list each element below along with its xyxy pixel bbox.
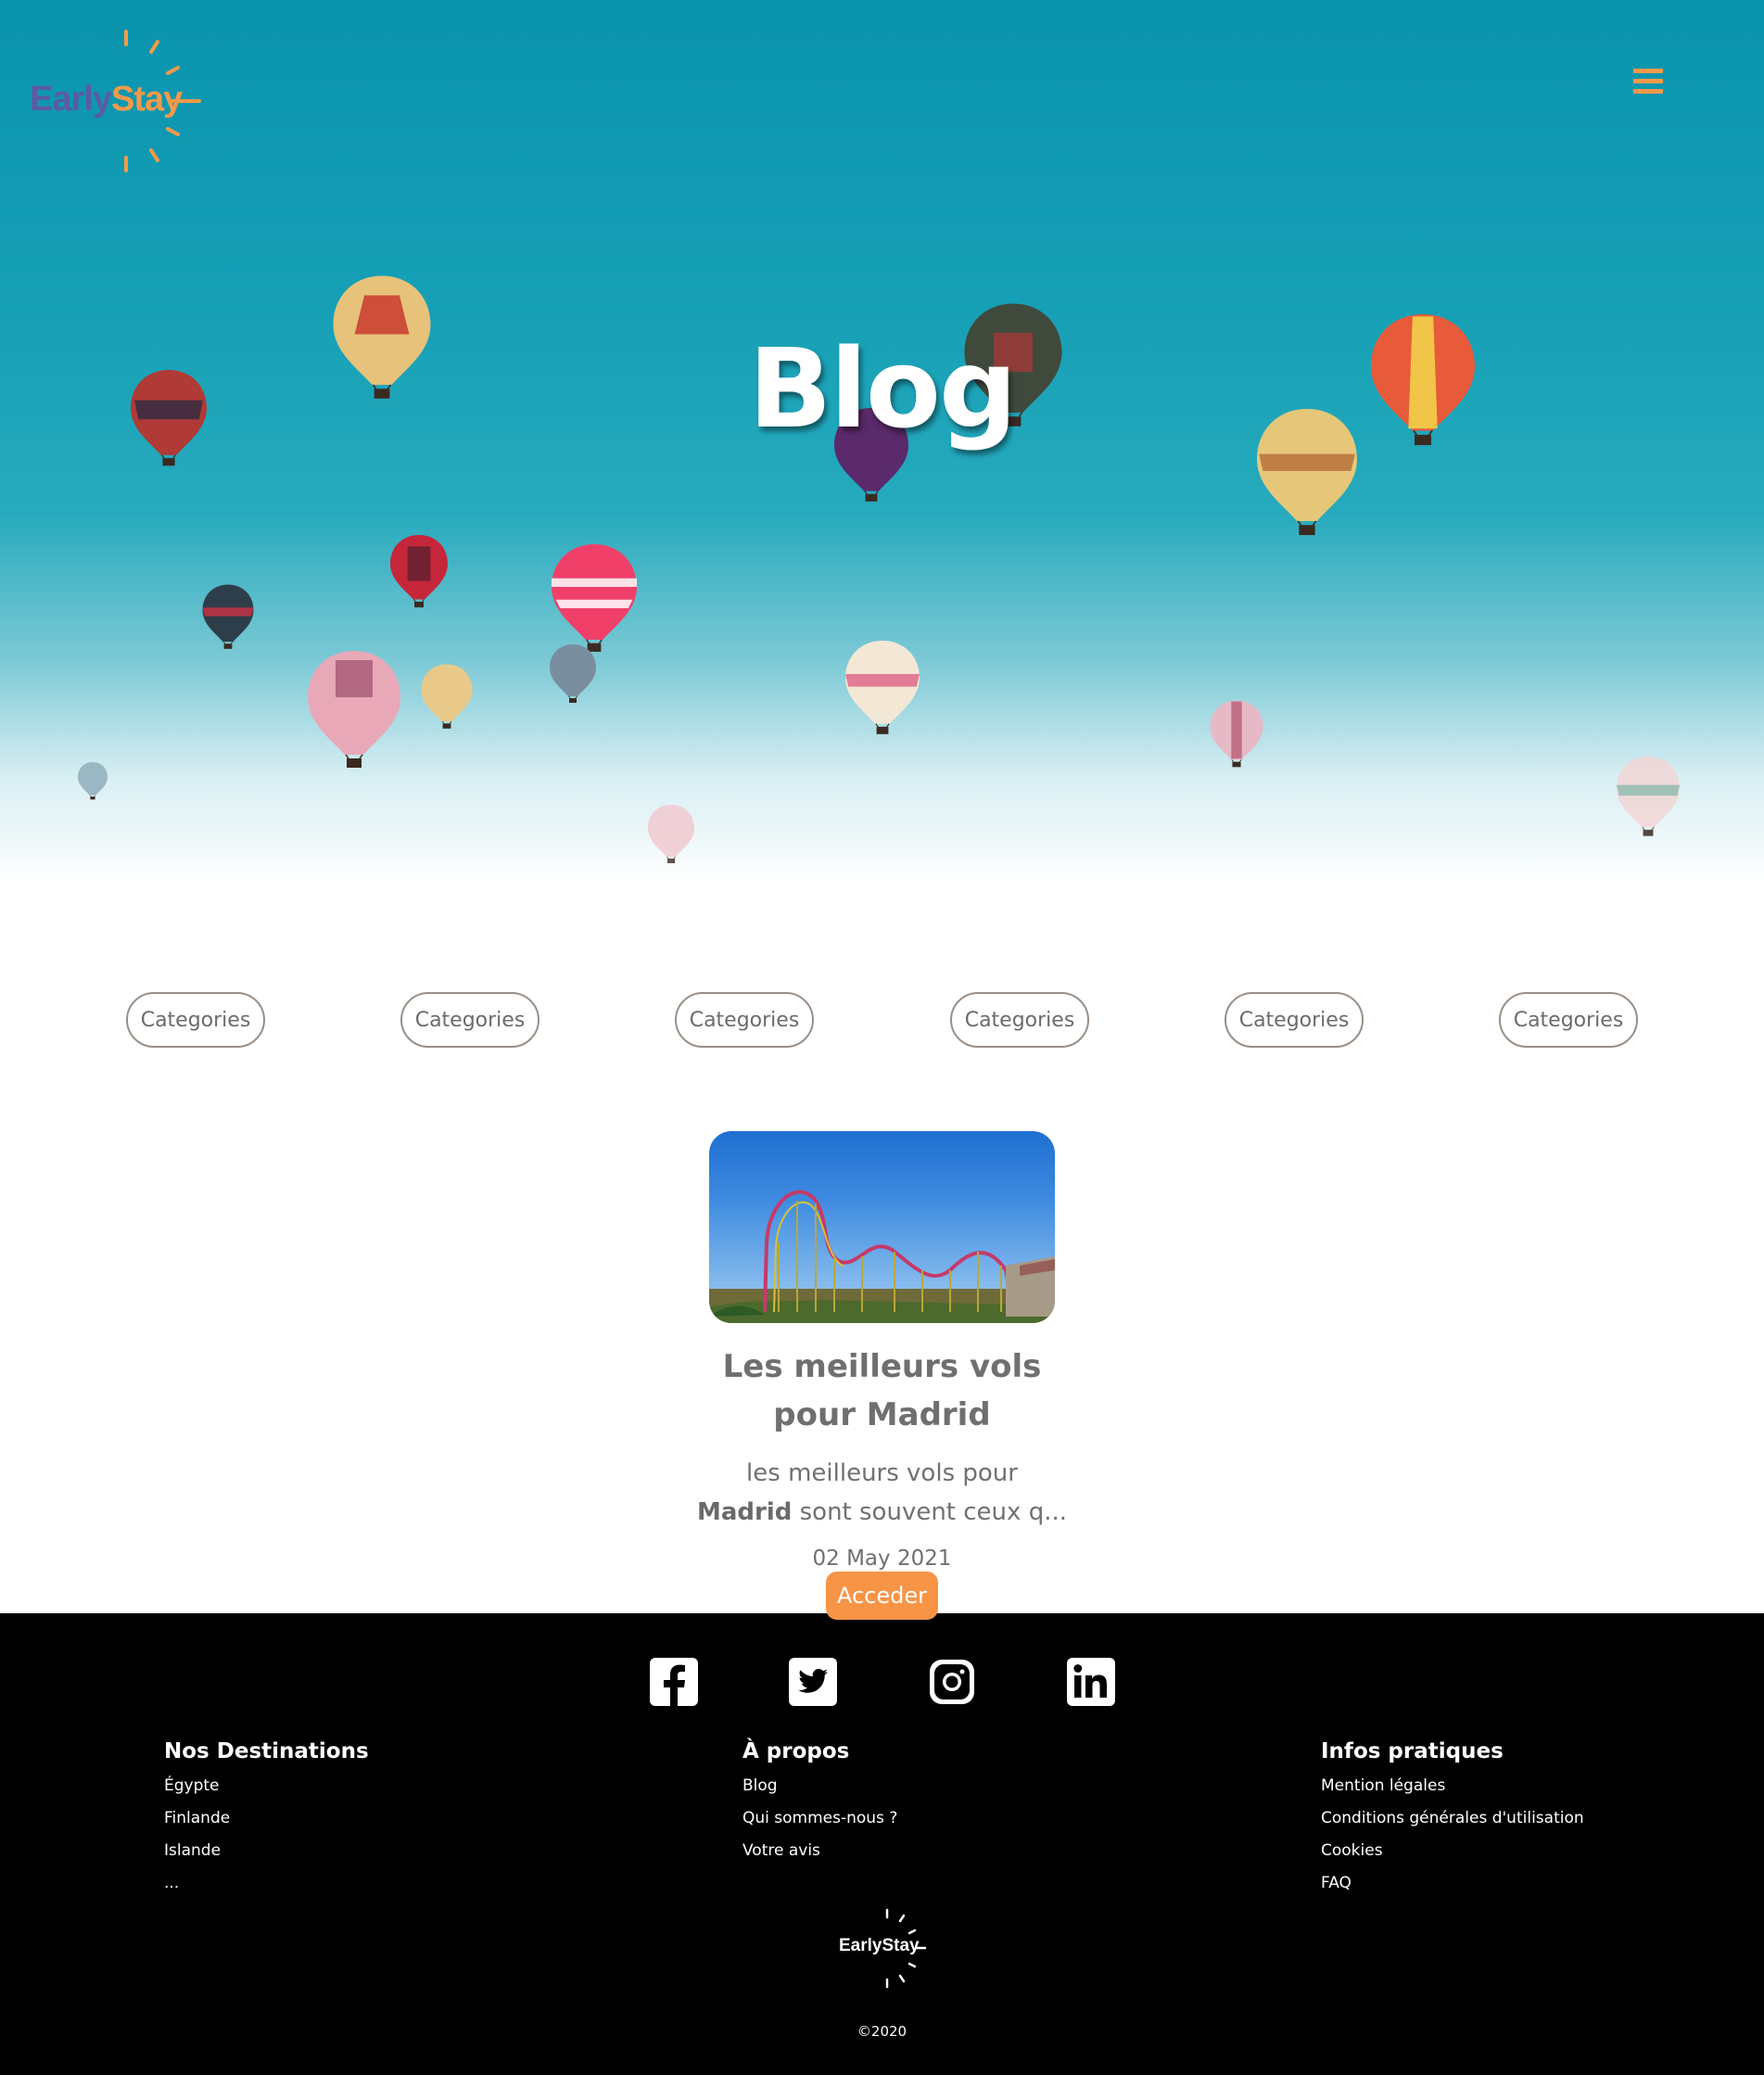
category-pill[interactable]: Categories: [950, 992, 1089, 1048]
brand-wordmark: EarlyStay: [30, 80, 183, 120]
excerpt-highlight: Madrid: [696, 1498, 793, 1526]
footer-link[interactable]: Finlande: [164, 1809, 369, 1841]
category-pill[interactable]: Categories: [1499, 992, 1638, 1048]
page-title: Blog: [748, 325, 1018, 452]
footer-column-apropos: À propos Blog Qui sommes-nous ? Votre av…: [742, 1739, 897, 1874]
footer: Nos Destinations Égypte Finlande Islande…: [0, 1613, 1764, 2075]
footer-link[interactable]: Conditions générales d'utilisation: [1321, 1809, 1584, 1841]
linkedin-icon[interactable]: [1067, 1658, 1115, 1706]
brand-logo[interactable]: EarlyStay: [28, 26, 213, 184]
footer-logo[interactable]: EarlyStay: [834, 1908, 936, 1992]
category-pill[interactable]: Categories: [1225, 992, 1364, 1048]
category-pill[interactable]: Categories: [400, 992, 539, 1048]
excerpt-rest: sont souvent ceux q...: [792, 1498, 1067, 1526]
copyright: ©2020: [857, 2023, 907, 2040]
article-image-roller-coaster[interactable]: [709, 1131, 1055, 1323]
footer-column-title: Infos pratiques: [1321, 1739, 1504, 1763]
acceder-button[interactable]: Acceder: [826, 1572, 938, 1620]
category-pill[interactable]: Categories: [675, 992, 814, 1048]
footer-link[interactable]: FAQ: [1321, 1874, 1584, 1906]
category-pill[interactable]: Categories: [126, 992, 265, 1048]
article-excerpt-line: les meilleurs vols pour: [746, 1459, 1018, 1487]
facebook-icon[interactable]: [650, 1658, 698, 1706]
article-title-line: pour Madrid: [773, 1396, 991, 1433]
footer-logo-text: EarlyStay: [839, 1936, 920, 1955]
hero-banner: EarlyStay Blog: [0, 0, 1764, 885]
instagram-icon[interactable]: [928, 1658, 976, 1706]
footer-column-destinations: Nos Destinations Égypte Finlande Islande…: [164, 1739, 369, 1906]
footer-column-title: Nos Destinations: [164, 1739, 369, 1763]
hamburger-menu-icon[interactable]: [1633, 69, 1663, 96]
footer-link[interactable]: Égypte: [164, 1776, 369, 1809]
brand-stay: Stay: [110, 80, 183, 119]
brand-early: Early: [30, 80, 112, 119]
footer-link[interactable]: Islande: [164, 1841, 369, 1874]
footer-link[interactable]: Blog: [742, 1776, 897, 1809]
article-title[interactable]: Les meilleurs vols pour Madrid: [686, 1343, 1078, 1439]
twitter-icon[interactable]: [789, 1658, 837, 1706]
article-title-line: Les meilleurs vols: [722, 1348, 1042, 1385]
footer-link[interactable]: Mention légales: [1321, 1776, 1584, 1809]
article-excerpt: les meilleurs vols pour Madrid sont souv…: [686, 1454, 1078, 1532]
article-date: 02 May 2021: [812, 1547, 952, 1571]
footer-link[interactable]: Cookies: [1321, 1841, 1584, 1874]
footer-column-infos: Infos pratiques Mention légales Conditio…: [1321, 1739, 1584, 1906]
footer-link[interactable]: ...: [164, 1874, 369, 1906]
footer-column-title: À propos: [742, 1739, 850, 1763]
article-excerpt-line: Madrid sont souvent ceux q...: [686, 1493, 1078, 1532]
footer-link[interactable]: Qui sommes-nous ?: [742, 1809, 897, 1841]
footer-link[interactable]: Votre avis: [742, 1841, 897, 1874]
